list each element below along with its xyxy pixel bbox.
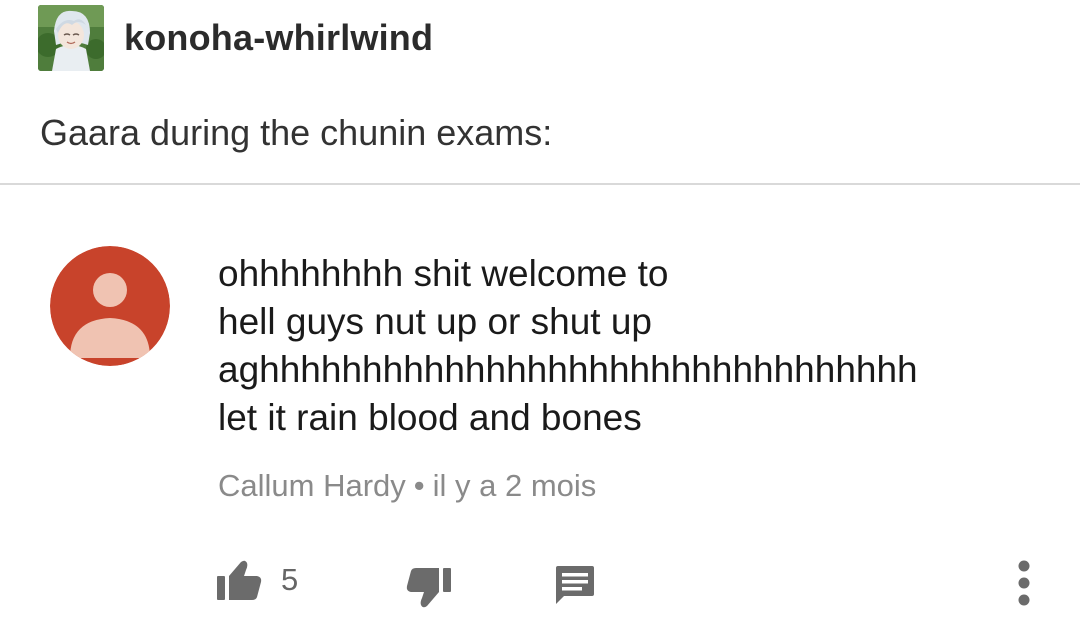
comment-author[interactable]: Callum Hardy — [218, 468, 406, 503]
reply-button[interactable] — [552, 564, 598, 608]
commenter-avatar[interactable] — [50, 246, 170, 366]
blog-username[interactable]: konoha-whirlwind — [124, 17, 433, 59]
comment-icon — [556, 566, 594, 604]
blog-avatar[interactable] — [38, 5, 104, 71]
post-header: konoha-whirlwind — [38, 4, 433, 72]
comment-line: let it rain blood and bones — [218, 397, 642, 438]
like-count: 5 — [281, 562, 299, 597]
comment-text: ohhhhhhhh shit welcome to hell guys nut … — [218, 250, 1058, 442]
comment-meta: Callum Hardy • il y a 2 mois — [218, 468, 596, 504]
thumbs-down-icon — [406, 568, 451, 608]
meta-separator: • — [413, 468, 425, 503]
comment-line: hell guys nut up or shut up — [218, 301, 653, 342]
more-options-button[interactable] — [1016, 558, 1032, 608]
comment-timestamp: il y a 2 mois — [432, 468, 597, 503]
more-vert-icon — [1018, 560, 1030, 606]
dislike-button[interactable] — [405, 566, 453, 610]
thumbs-up-icon — [217, 560, 262, 600]
comment-line: ohhhhhhhh shit welcome to — [218, 253, 669, 294]
post-text: Gaara during the chunin exams: — [40, 112, 553, 153]
anime-avatar-image — [38, 5, 104, 71]
comment-line: aghhhhhhhhhhhhhhhhhhhhhhhhhhhhhhhh — [218, 349, 918, 390]
like-button[interactable]: 5 — [215, 558, 298, 602]
post-divider — [0, 183, 1080, 185]
default-user-icon — [50, 246, 170, 366]
comment-actions: 5 — [0, 556, 1080, 616]
